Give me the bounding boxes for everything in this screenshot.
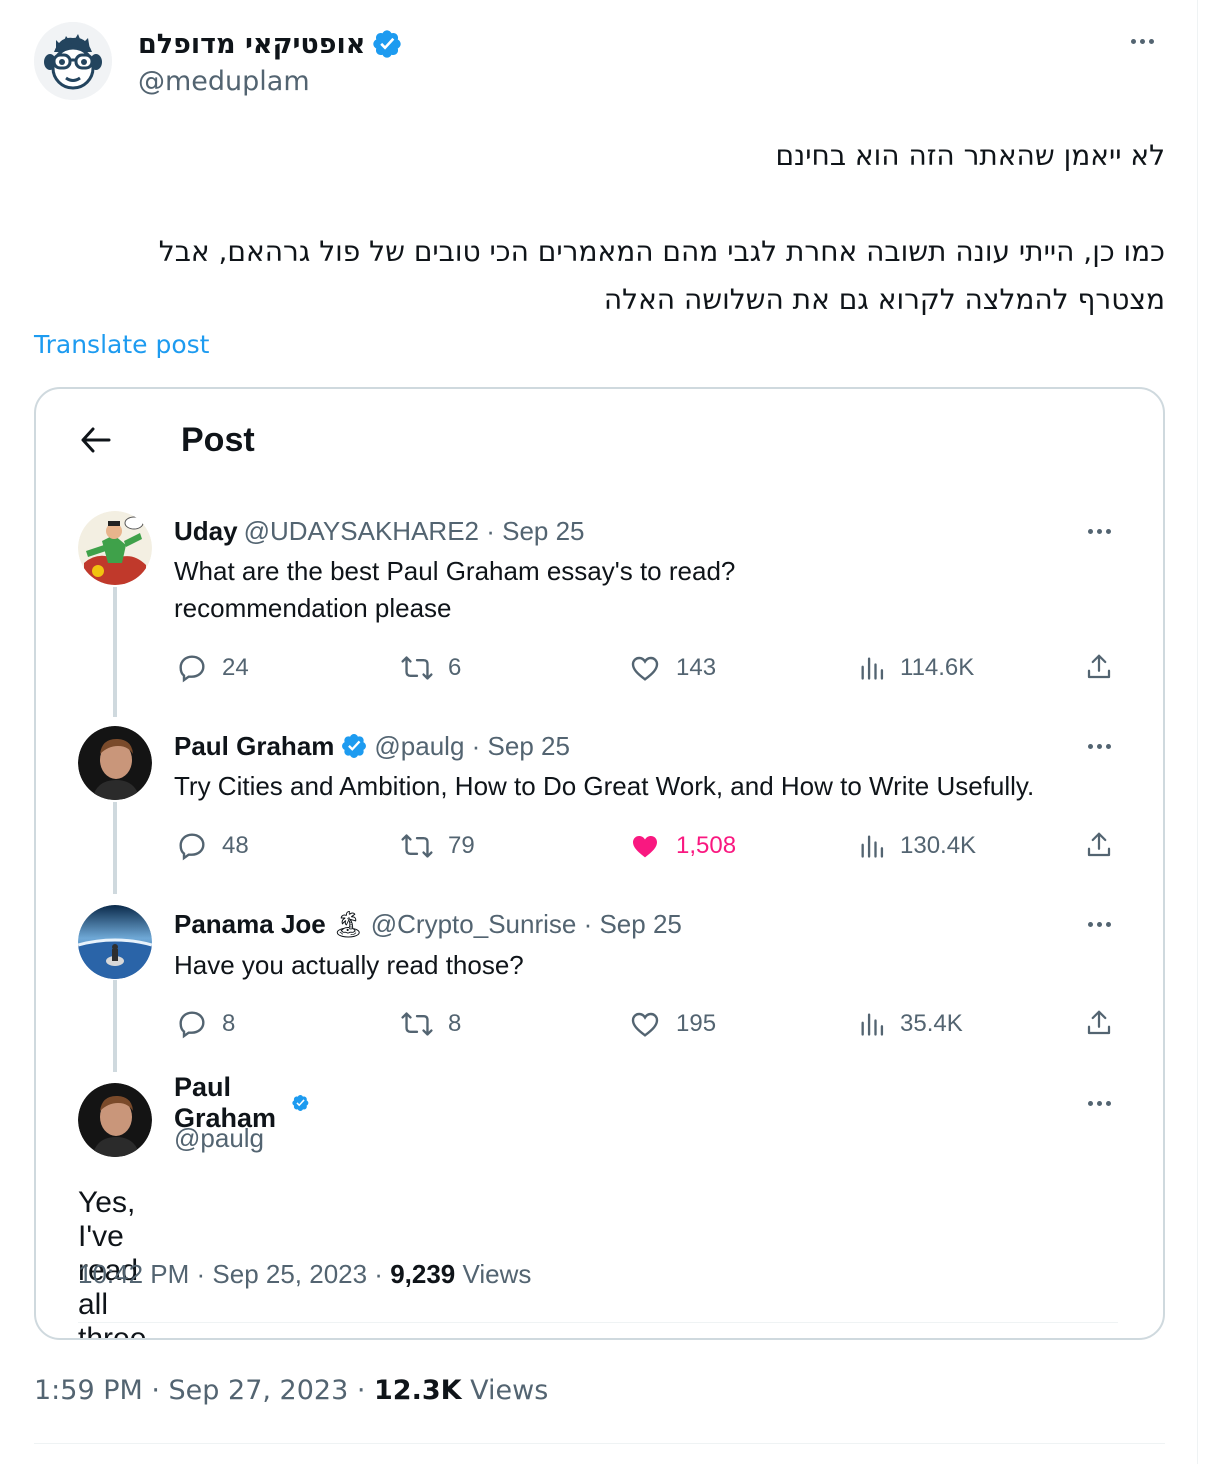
thread-line [113, 802, 117, 894]
views-icon [861, 657, 884, 680]
thread-line [113, 980, 117, 1072]
person-avatar-icon [78, 1083, 152, 1157]
reply-icon [179, 833, 205, 861]
post-text-line-3: מצטרף להמלצה לקרוא גם את השלושה האלה [603, 283, 1165, 316]
like-filled-icon [633, 836, 657, 858]
reply-button[interactable]: 8 [176, 1007, 235, 1041]
repost-button[interactable]: 6 [400, 651, 461, 685]
tweet-meta: Panama Joe 🏝 @Crypto_Sunrise · Sep 25 [174, 907, 682, 941]
views-icon [861, 835, 884, 858]
tweet-meta: Paul Graham @paulg · Sep 25 [174, 729, 570, 763]
divider [78, 1322, 1118, 1323]
author-handle[interactable]: @meduplam [138, 66, 310, 97]
like-button[interactable]: 143 [628, 651, 716, 685]
tweet-text: recommendation please [174, 593, 452, 623]
timestamp-text[interactable]: 1:59 PM · Sep 27, 2023 · [34, 1375, 374, 1406]
reply-count: 24 [222, 654, 249, 681]
verified-icon [373, 30, 402, 58]
tweet-text: What are the best Paul Graham essay's to… [174, 556, 736, 586]
more-icon[interactable] [1131, 39, 1154, 44]
like-button[interactable]: 195 [628, 1007, 716, 1041]
reply-count: 48 [222, 832, 249, 859]
avatar [78, 511, 152, 585]
translate-post-link[interactable]: Translate post [34, 330, 209, 359]
views-button[interactable]: 130.4K [858, 829, 976, 863]
embedded-screenshot[interactable]: Post Uday @UDAYSAKHARE2 · Sep 25 What ar… [34, 387, 1165, 1340]
views-label: Views [461, 1375, 549, 1406]
post-timestamp: 1:59 PM · Sep 27, 2023 · 12.3K Views [34, 1375, 548, 1406]
person-avatar-icon [78, 726, 152, 800]
tweet-author-row: Paul Graham [174, 1072, 310, 1133]
views-count: 130.4K [900, 832, 977, 859]
views-button[interactable]: 35.4K [858, 1007, 963, 1041]
reply-icon [179, 1011, 205, 1039]
column-divider [1197, 0, 1198, 1464]
avatar [78, 905, 152, 979]
tweet-handle[interactable]: @paulg [174, 1123, 264, 1154]
post-text-line-1: לא ייאמן שהאתר הזה הוא בחינם [775, 139, 1165, 172]
avatar [78, 726, 152, 800]
tweet-meta: Uday @UDAYSAKHARE2 · Sep 25 [174, 514, 585, 548]
like-count: 195 [676, 1010, 717, 1037]
repost-button[interactable]: 8 [400, 1007, 461, 1041]
post-text-line-2: כמו כן, הייתי עונה תשובה אחרת לגבי מהם ה… [158, 235, 1165, 268]
verified-icon [292, 1095, 309, 1111]
repost-count: 8 [448, 1010, 462, 1037]
tweet-handle-date[interactable]: @Crypto_Sunrise · Sep 25 [371, 909, 682, 940]
like-button[interactable]: 1,508 [628, 829, 736, 863]
tweet-author-name[interactable]: Uday [174, 516, 238, 547]
divider [34, 1443, 1165, 1444]
tweet-author-name[interactable]: Paul Graham [174, 731, 334, 762]
more-icon[interactable] [1088, 744, 1111, 749]
views-count: 35.4K [900, 1010, 963, 1037]
earth-avatar-icon [78, 905, 152, 979]
repost-count: 79 [448, 832, 475, 859]
repost-icon [401, 834, 433, 858]
tweet-timestamp: 10:42 PM · Sep 25, 2023 · 9,239 Views [78, 1259, 531, 1290]
author-avatar[interactable] [34, 22, 112, 100]
like-icon [631, 656, 659, 681]
thread-line [113, 587, 117, 717]
share-icon[interactable] [1084, 1007, 1114, 1039]
verified-icon [342, 734, 367, 758]
more-icon[interactable] [1088, 529, 1111, 534]
reply-button[interactable]: 48 [176, 829, 249, 863]
reply-button[interactable]: 24 [176, 651, 249, 685]
tweet-author-name[interactable]: Panama Joe [174, 909, 326, 940]
embed-page-title: Post [181, 421, 255, 459]
like-count: 143 [676, 654, 717, 681]
comic-avatar-icon [78, 511, 152, 585]
tweet-handle-date[interactable]: @UDAYSAKHARE2 · Sep 25 [244, 516, 585, 547]
share-icon[interactable] [1084, 829, 1114, 861]
repost-icon [401, 656, 433, 680]
avatar [78, 1083, 152, 1157]
views-button[interactable]: 114.6K [858, 651, 974, 685]
views-label: Views [455, 1259, 532, 1289]
author-name-row[interactable]: אופטיקאי מדופלם [138, 26, 403, 62]
repost-count: 6 [448, 654, 462, 681]
back-arrow-icon [81, 427, 111, 453]
tweet-text: Try Cities and Ambition, How to Do Great… [174, 771, 1035, 801]
more-icon[interactable] [1088, 922, 1111, 927]
island-emoji: 🏝 [331, 908, 365, 939]
author-name[interactable]: אופטיקאי מדופלם [138, 29, 365, 60]
like-icon [631, 1012, 659, 1037]
views-count: 12.3K [374, 1375, 462, 1406]
tweet-text: Have you actually read those? [174, 950, 524, 980]
tweet-handle-date[interactable]: @paulg · Sep 25 [374, 731, 570, 762]
reply-count: 8 [222, 1010, 236, 1037]
views-count: 114.6K [900, 654, 975, 681]
views-icon [861, 1013, 884, 1036]
repost-button[interactable]: 79 [400, 829, 475, 863]
more-icon[interactable] [1088, 1101, 1111, 1106]
share-icon[interactable] [1084, 651, 1114, 683]
like-count: 1,508 [676, 832, 737, 859]
timestamp-text[interactable]: 10:42 PM · Sep 25, 2023 · [78, 1259, 390, 1289]
views-count: 9,239 [390, 1259, 456, 1289]
repost-icon [401, 1012, 433, 1036]
reply-icon [179, 655, 205, 683]
monkey-logo-icon [34, 22, 112, 100]
